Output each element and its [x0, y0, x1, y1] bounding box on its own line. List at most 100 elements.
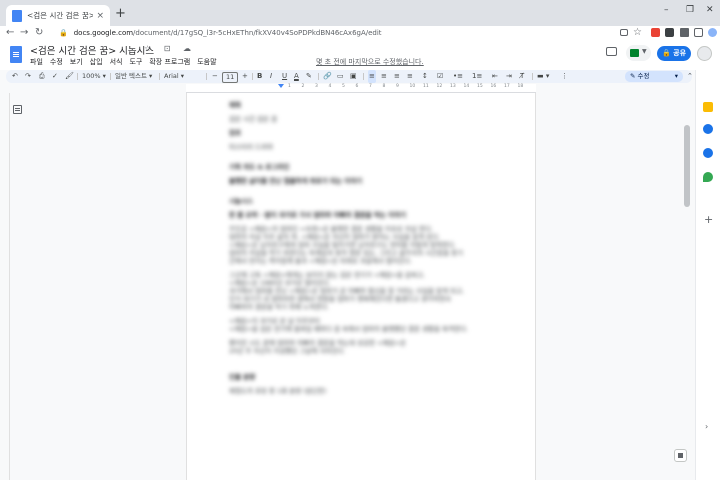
- synopsis-paragraph-2: 그곳에 고독 <채원>에게는 보이지 않는 검은 연기가 <채원>을 감싸고, …: [229, 271, 499, 311]
- numbered-list-icon[interactable]: 1≡: [472, 70, 482, 83]
- editing-mode-select[interactable]: ✎ 수정 ▾: [625, 71, 683, 82]
- font-size-decrease-icon[interactable]: −: [212, 70, 218, 83]
- link-icon[interactable]: 🔗: [323, 70, 332, 83]
- menu-extensions[interactable]: 확장 프로그램: [149, 57, 190, 67]
- url-input[interactable]: 🔒 docs.google.com/document/d/17gSQ_l3r-5c…: [53, 27, 643, 39]
- paint-format-icon[interactable]: 🖌: [65, 70, 74, 83]
- ruler-tick: 16: [490, 84, 497, 89]
- align-justify-icon[interactable]: ≡: [407, 70, 413, 83]
- extension-dark-icon[interactable]: [665, 28, 674, 37]
- print-icon[interactable]: ⎙: [39, 70, 45, 83]
- edit-mode-label: 수정: [637, 72, 650, 80]
- zoom-select[interactable]: 100% ▾: [82, 70, 106, 83]
- browser-tab[interactable]: <검은 시간 검은 꿈> 시놉시스 ×: [6, 5, 110, 26]
- italic-button[interactable]: I: [270, 70, 272, 83]
- font-select[interactable]: Arial ▾: [164, 70, 184, 83]
- profile-icon[interactable]: [708, 28, 717, 37]
- underline-button[interactable]: U: [282, 70, 287, 83]
- heading-title: 제목: [229, 101, 241, 109]
- style-select[interactable]: 일반 텍스트 ▾: [115, 70, 152, 83]
- indent-marker-icon[interactable]: [278, 84, 284, 88]
- explore-button[interactable]: [674, 449, 687, 462]
- meet-button[interactable]: ▼: [626, 45, 651, 61]
- more-icon[interactable]: ⋮: [561, 70, 568, 83]
- title-action-icons[interactable]: ☆ ⊡ ☁: [144, 44, 196, 53]
- menu-help[interactable]: 도움말: [197, 57, 216, 67]
- heading-logline: 기획 의도 & 로그라인: [229, 163, 290, 171]
- scrollbar-thumb[interactable]: [684, 125, 690, 207]
- ruler-tick: 9: [396, 84, 399, 89]
- menu-edit[interactable]: 수정: [50, 57, 63, 67]
- paragraph-line: 아빠와의 결혼을 막기 위해 노력한다.: [229, 303, 330, 311]
- checklist-icon[interactable]: ☑: [437, 70, 443, 83]
- vertical-ruler[interactable]: [0, 93, 10, 480]
- reload-icon[interactable]: ↻: [35, 26, 43, 40]
- contacts-icon[interactable]: [703, 148, 713, 158]
- align-center-icon[interactable]: ≡: [381, 70, 387, 83]
- bulleted-list-icon[interactable]: •≡: [453, 70, 463, 83]
- decrease-indent-icon[interactable]: ⇤: [492, 70, 498, 83]
- undo-icon[interactable]: ↶: [12, 70, 18, 83]
- scrollbar[interactable]: [683, 93, 691, 480]
- increase-indent-icon[interactable]: ⇥: [506, 70, 512, 83]
- highlight-icon[interactable]: ✎: [306, 70, 312, 83]
- align-left-icon[interactable]: ≡: [368, 70, 376, 83]
- clear-formatting-icon[interactable]: T̸: [520, 70, 524, 83]
- line-spacing-icon[interactable]: ↕: [422, 70, 428, 83]
- ruler-tick: 5: [342, 84, 345, 89]
- ruler-tick: 3: [315, 84, 318, 89]
- document-body[interactable]: 제목 검은 시간 검은 꿈 장르 미스터리 드라마 기획 의도 & 로그라인 불…: [229, 101, 499, 395]
- image-icon[interactable]: ▣: [350, 70, 357, 83]
- border-color-icon[interactable]: ▬ ▾: [537, 70, 549, 83]
- minimize-icon[interactable]: –: [664, 5, 669, 15]
- text-color-button[interactable]: A: [294, 70, 299, 83]
- avatar[interactable]: [697, 46, 712, 61]
- maps-icon[interactable]: [703, 172, 713, 182]
- document-title[interactable]: <검은 시간 검은 꿈> 시놉시스: [30, 43, 154, 57]
- menu-view[interactable]: 보기: [70, 57, 83, 67]
- spellcheck-icon[interactable]: ✓: [52, 70, 58, 83]
- share-page-icon[interactable]: [620, 29, 628, 36]
- tasks-icon[interactable]: [703, 124, 713, 134]
- document-page[interactable]: 제목 검은 시간 검은 꿈 장르 미스터리 드라마 기획 의도 & 로그라인 불…: [186, 93, 536, 480]
- menu-tools[interactable]: 도구: [129, 57, 142, 67]
- document-outline-icon[interactable]: [13, 105, 22, 114]
- menu-file[interactable]: 파일: [30, 57, 43, 67]
- menu-insert[interactable]: 삽입: [90, 57, 103, 67]
- paragraph-line: 그곳에 고독 <채원>에게는 보이지 않는 검은 연기가 <채원>을 감싸고,: [229, 271, 425, 279]
- add-on-plus-icon[interactable]: +: [704, 213, 713, 226]
- forward-icon[interactable]: →: [20, 26, 28, 40]
- side-panel-toggle-icon[interactable]: [694, 28, 703, 37]
- paragraph-line: 엄마의 자살을 막기 위한다는 외계감과 회적 절망 있는, 그리고 굶주리의 …: [229, 249, 464, 257]
- bookmark-star-icon[interactable]: ☆: [633, 26, 642, 40]
- font-size-increase-icon[interactable]: +: [242, 70, 248, 83]
- bold-button[interactable]: B: [257, 70, 262, 83]
- share-button[interactable]: 🔒 공유: [657, 46, 691, 61]
- close-window-icon[interactable]: ✕: [706, 5, 714, 15]
- maximize-icon[interactable]: ❐: [686, 5, 694, 15]
- browser-tab-strip: <검은 시간 검은 꿈> 시놉시스 × + – ❐ ✕: [0, 0, 720, 26]
- align-right-icon[interactable]: ≡: [394, 70, 400, 83]
- redo-icon[interactable]: ↷: [25, 70, 31, 83]
- comment-icon[interactable]: ▭: [337, 70, 344, 83]
- comment-history-icon[interactable]: [606, 47, 617, 56]
- toolbar-divider: [363, 73, 364, 80]
- collapse-menus-icon[interactable]: ⌃: [687, 70, 693, 83]
- tab-close-icon[interactable]: ×: [96, 11, 104, 21]
- ruler-tick: 8: [382, 84, 386, 89]
- back-icon[interactable]: ←: [6, 26, 14, 40]
- chevron-down-icon: ▼: [642, 48, 647, 55]
- menu-format[interactable]: 서식: [110, 57, 123, 67]
- docs-logo-icon[interactable]: [10, 46, 22, 63]
- title-value: 검은 시간 검은 꿈: [229, 115, 278, 123]
- horizontal-ruler[interactable]: 1 2 3 4 5 6 7 8 9 10 11 12 13 14 15 16 17 18: [186, 84, 536, 93]
- extension-red-icon[interactable]: [651, 28, 660, 37]
- last-edit-link[interactable]: 몇 초 전에 마지막으로 수정했습니다.: [316, 57, 424, 67]
- chevron-right-icon[interactable]: ›: [705, 422, 708, 431]
- ruler-tick: 18: [517, 84, 524, 89]
- extensions-puzzle-icon[interactable]: [680, 28, 689, 37]
- ruler-tick: 7: [369, 84, 372, 89]
- new-tab-button[interactable]: +: [115, 7, 126, 21]
- keep-icon[interactable]: [703, 102, 713, 112]
- font-size-input[interactable]: 11: [222, 72, 239, 83]
